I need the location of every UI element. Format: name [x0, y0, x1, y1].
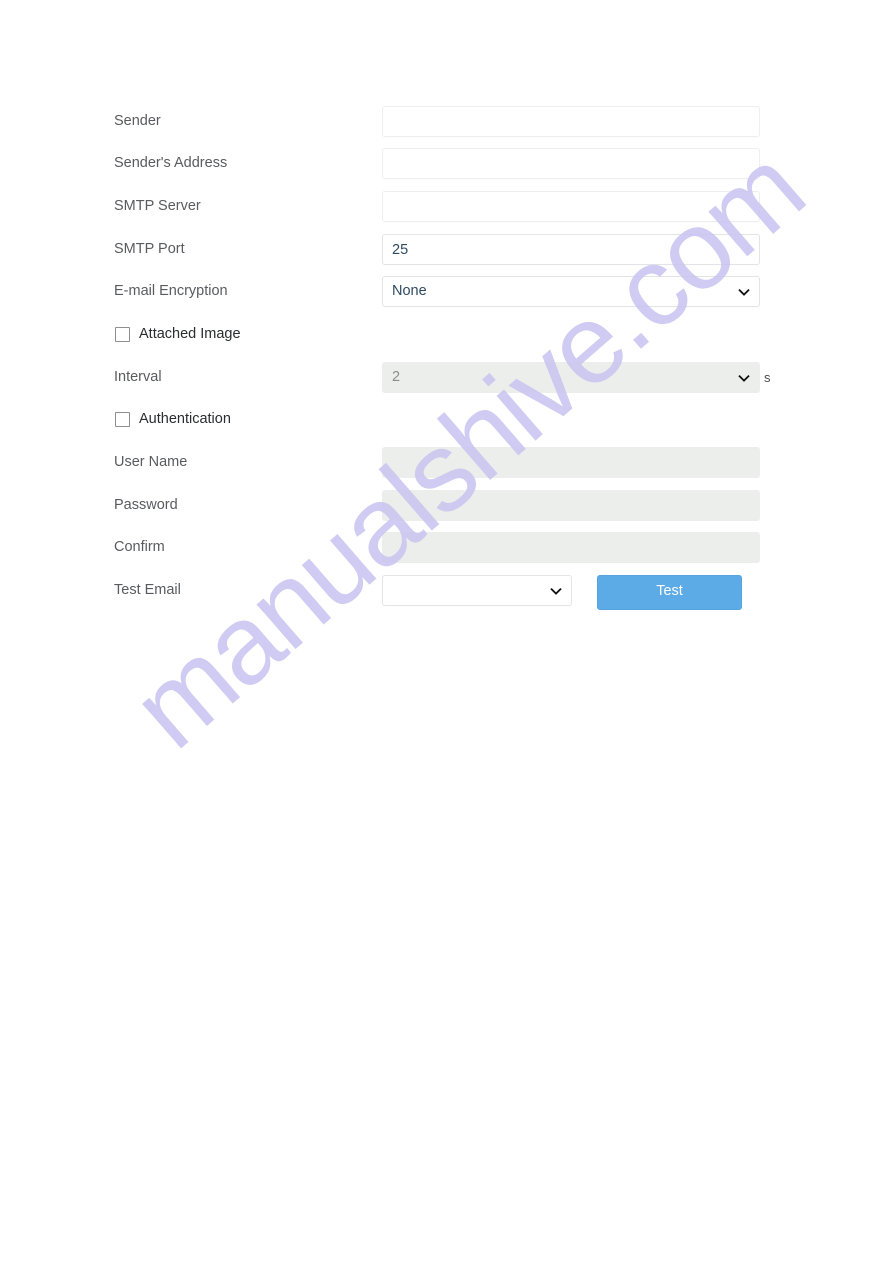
field-wrap-email-encryption: None — [382, 276, 760, 307]
form-row-smtp-server: SMTP Server — [0, 191, 893, 234]
form-row-interval: Interval s 2 — [0, 362, 893, 405]
chevron-down-icon — [737, 363, 751, 392]
label-senders-address: Sender's Address — [114, 155, 228, 171]
interval-selected-value: 2 — [392, 369, 401, 385]
email-encryption-select[interactable]: None — [382, 276, 760, 307]
label-smtp-port: SMTP Port — [114, 241, 185, 257]
smtp-port-input[interactable] — [382, 234, 760, 265]
form-row-authentication: Authentication — [0, 404, 893, 447]
field-wrap-password — [382, 490, 760, 521]
checkbox-label-authentication: Authentication — [139, 411, 231, 427]
smtp-server-input[interactable] — [382, 191, 760, 222]
label-user-name: User Name — [114, 454, 188, 470]
checkbox-label-attached-image: Attached Image — [139, 326, 241, 342]
label-test-email: Test Email — [114, 582, 181, 598]
form-row-attached-image: Attached Image — [0, 319, 893, 362]
interval-unit-suffix: s — [764, 370, 771, 385]
sender-input[interactable] — [382, 106, 760, 137]
form-row-confirm: Confirm — [0, 532, 893, 575]
interval-select: 2 — [382, 362, 760, 393]
field-wrap-confirm — [382, 532, 760, 563]
form-row-sender: Sender — [0, 106, 893, 149]
label-interval: Interval — [114, 369, 162, 385]
label-password: Password — [114, 497, 178, 513]
field-wrap-sender — [382, 106, 760, 137]
chevron-down-icon — [549, 576, 563, 605]
email-encryption-selected-value: None — [392, 283, 427, 299]
label-smtp-server: SMTP Server — [114, 198, 201, 214]
label-confirm: Confirm — [114, 539, 165, 555]
user-name-input — [382, 447, 760, 478]
form-row-senders-address: Sender's Address — [0, 148, 893, 191]
form-row-smtp-port: SMTP Port — [0, 234, 893, 277]
field-wrap-smtp-port — [382, 234, 760, 265]
checkbox-row-attached-image[interactable]: Attached Image — [115, 319, 241, 349]
field-wrap-test-email — [382, 575, 760, 606]
checkbox-attached-image[interactable] — [115, 326, 130, 342]
field-wrap-smtp-server — [382, 191, 760, 222]
chevron-down-icon — [737, 277, 751, 306]
field-wrap-senders-address — [382, 148, 760, 179]
field-wrap-interval: 2 — [382, 362, 760, 393]
checkbox-row-authentication[interactable]: Authentication — [115, 404, 231, 434]
confirm-input — [382, 532, 760, 563]
form-row-email-encryption: E-mail Encryption None — [0, 276, 893, 319]
password-input — [382, 490, 760, 521]
form-row-password: Password — [0, 490, 893, 533]
test-email-select[interactable] — [382, 575, 572, 606]
field-wrap-user-name — [382, 447, 760, 478]
label-email-encryption: E-mail Encryption — [114, 283, 228, 299]
checkbox-authentication[interactable] — [115, 411, 130, 427]
senders-address-input[interactable] — [382, 148, 760, 179]
form-row-test-email: Test Email Test — [0, 575, 893, 618]
label-sender: Sender — [114, 113, 161, 129]
form-row-user-name: User Name — [0, 447, 893, 490]
